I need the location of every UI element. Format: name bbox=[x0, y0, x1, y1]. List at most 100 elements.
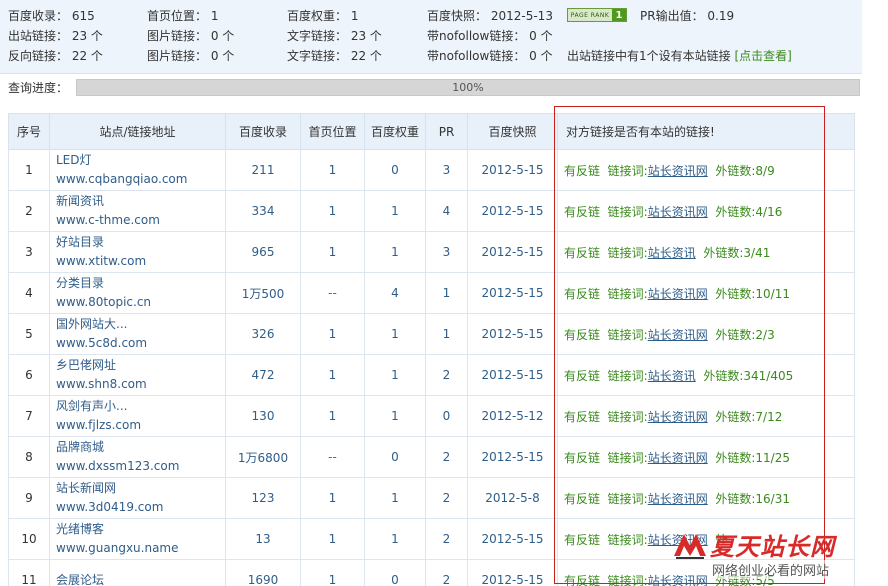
links-table-wrap: 序号 站点/链接地址 百度收录 首页位置 百度权重 PR 百度快照 对方链接是否… bbox=[8, 113, 855, 586]
header-site: 站点/链接地址 bbox=[49, 113, 226, 150]
row-backlink-status: 有反链 链接词:站长资讯网 外链数:16/31 bbox=[557, 477, 855, 519]
site-name-link[interactable]: 新闻资讯 bbox=[56, 192, 225, 211]
has-backlink-text: 有反链 bbox=[564, 368, 601, 383]
row-baidu-index: 1690 bbox=[225, 559, 301, 586]
site-name-link[interactable]: 分类目录 bbox=[56, 274, 225, 293]
site-url-link[interactable]: www.fjlzs.com bbox=[56, 416, 225, 435]
header-pr: PR bbox=[425, 113, 468, 150]
row-pr: 0 bbox=[425, 395, 468, 437]
row-backlink-status: 有反链 链接词:站长资讯网 外链数:11/25 bbox=[557, 436, 855, 478]
row-baidu-index: 326 bbox=[225, 313, 301, 355]
anchor-keyword-link[interactable]: 站长资讯 bbox=[648, 246, 696, 260]
site-name-link[interactable]: 站长新闻网 bbox=[56, 479, 225, 498]
table-row: 8 品牌商城 www.dxssm123.com 1万6800 -- 0 2 2012-5-15… bbox=[8, 436, 855, 478]
baidu-snapshot-value: 2012-5-13 bbox=[490, 9, 553, 23]
site-url-link[interactable]: www.c-thme.com bbox=[56, 211, 225, 230]
site-name-link[interactable]: 品牌商城 bbox=[56, 438, 225, 457]
anchor-keyword-link[interactable]: 站长资讯网 bbox=[648, 287, 708, 301]
site-url-link[interactable]: www.guangxu.name bbox=[56, 539, 225, 558]
baidu-index-label: 百度收录： bbox=[8, 9, 69, 23]
table-row: 4 分类目录 www.80topic.cn 1万500 -- 4 1 2012-5-15 有反链… bbox=[8, 272, 855, 314]
site-url-link[interactable]: www.3d0419.com bbox=[56, 498, 225, 517]
anchor-keyword-link[interactable]: 站长资讯网 bbox=[648, 164, 708, 178]
table-row: 9 站长新闻网 www.3d0419.com 123 1 1 2 2012-5-8 有反链 链接… bbox=[8, 477, 855, 519]
anchor-keyword-link[interactable]: 站长资讯网 bbox=[648, 410, 708, 424]
has-backlink-text: 有反链 bbox=[564, 409, 601, 424]
row-home-position: 1 bbox=[300, 395, 365, 437]
site-url-link[interactable]: www.cqbangqiao.com bbox=[56, 170, 225, 189]
backlink-text-links-value: 22 个 bbox=[350, 49, 382, 63]
row-baidu-weight: 1 bbox=[364, 190, 426, 232]
outlink-label: 外链数: bbox=[715, 491, 756, 506]
backlinks-stat: 反向链接： 22 个 bbox=[8, 46, 103, 66]
row-index: 9 bbox=[8, 477, 50, 519]
site-name-link[interactable]: 乡巴佬网址 bbox=[56, 356, 225, 375]
baidu-index-stat: 百度收录： 615 bbox=[8, 6, 95, 26]
site-url-link[interactable]: www.xtitw.com bbox=[56, 252, 225, 271]
site-name-link[interactable]: 国外网站大... bbox=[56, 315, 225, 334]
has-backlink-text: 有反链 bbox=[564, 163, 601, 178]
row-index: 5 bbox=[8, 313, 50, 355]
outlink-label: 外链数: bbox=[715, 204, 756, 219]
row-index: 8 bbox=[8, 436, 50, 478]
anchor-label: 链接词: bbox=[607, 409, 648, 424]
row-home-position: 1 bbox=[300, 354, 365, 396]
backlink-nofollow-value: 0 个 bbox=[529, 49, 553, 63]
nofollow-links-label: 带nofollow链接： bbox=[427, 29, 526, 43]
progress-label: 查询进度： bbox=[8, 81, 69, 95]
site-url-link[interactable]: www.80topic.cn bbox=[56, 293, 225, 312]
logo-icon bbox=[674, 534, 706, 559]
outlink-count: 8/9 bbox=[755, 163, 775, 178]
site-name-link[interactable]: 好站目录 bbox=[56, 233, 225, 252]
baidu-weight-stat: 百度权重： 1 bbox=[287, 6, 358, 26]
anchor-keyword-link[interactable]: 站长资讯网 bbox=[648, 205, 708, 219]
outbound-links-value: 23 个 bbox=[71, 29, 103, 43]
progress-percent: 100% bbox=[452, 81, 484, 94]
site-url-link[interactable]: www.dxssm123.com bbox=[56, 457, 225, 476]
row-site: 风剑有声小... www.fjlzs.com bbox=[49, 395, 226, 437]
anchor-keyword-link[interactable]: 站长资讯网 bbox=[648, 451, 708, 465]
watermark-title: 夏天站长网 bbox=[710, 533, 835, 561]
outlink-count: 16/31 bbox=[755, 491, 790, 506]
baidu-snapshot-stat: 百度快照： 2012-5-13 bbox=[427, 6, 553, 26]
row-home-position: 1 bbox=[300, 190, 365, 232]
anchor-keyword-link[interactable]: 站长资讯 bbox=[648, 369, 696, 383]
outlink-count: 3/41 bbox=[743, 245, 771, 260]
row-backlink-status: 有反链 链接词:站长资讯网 外链数:10/11 bbox=[557, 272, 855, 314]
backlink-image-links-stat: 图片链接： 0 个 bbox=[147, 46, 234, 66]
site-name-link[interactable]: 光绪博客 bbox=[56, 520, 225, 539]
site-url-link[interactable]: www.5c8d.com bbox=[56, 334, 225, 353]
row-baidu-weight: 4 bbox=[364, 272, 426, 314]
baidu-index-value: 615 bbox=[71, 9, 95, 23]
site-url-link[interactable]: www.shn8.com bbox=[56, 375, 225, 394]
row-baidu-index: 1万6800 bbox=[225, 436, 301, 478]
outbound-links-stat: 出站链接： 23 个 bbox=[8, 26, 103, 46]
anchor-keyword-link[interactable]: 站长资讯网 bbox=[648, 328, 708, 342]
row-baidu-weight: 1 bbox=[364, 518, 426, 560]
anchor-label: 链接词: bbox=[607, 368, 648, 383]
baidu-weight-value: 1 bbox=[350, 9, 359, 23]
site-name-link[interactable]: LED灯 bbox=[56, 151, 225, 170]
backlink-text-links-label: 文字链接： bbox=[287, 49, 348, 63]
row-index: 11 bbox=[8, 559, 50, 586]
header-snapshot: 百度快照 bbox=[467, 113, 558, 150]
anchor-keyword-link[interactable]: 站长资讯网 bbox=[648, 492, 708, 506]
site-name-link[interactable]: 风剑有声小... bbox=[56, 397, 225, 416]
image-links-value: 0 个 bbox=[210, 29, 235, 43]
site-name-link[interactable]: 会展论坛 bbox=[56, 571, 225, 586]
image-links-label: 图片链接： bbox=[147, 29, 208, 43]
outlink-label: 外链数: bbox=[715, 409, 756, 424]
home-position-value: 1 bbox=[210, 9, 219, 23]
anchor-label: 链接词: bbox=[607, 327, 648, 342]
row-snapshot: 2012-5-15 bbox=[467, 149, 558, 191]
view-details-link[interactable]: [点击查看] bbox=[734, 49, 791, 63]
row-home-position: 1 bbox=[300, 149, 365, 191]
outlink-count: 4/16 bbox=[755, 204, 783, 219]
pagerank-badge: PAGE RANK 1 bbox=[567, 8, 627, 22]
anchor-label: 链接词: bbox=[607, 450, 648, 465]
outlink-label: 外链数: bbox=[715, 286, 756, 301]
nofollow-links-value: 0 个 bbox=[529, 29, 553, 43]
row-site: 品牌商城 www.dxssm123.com bbox=[49, 436, 226, 478]
row-index: 1 bbox=[8, 149, 50, 191]
anchor-label: 链接词: bbox=[607, 204, 648, 219]
